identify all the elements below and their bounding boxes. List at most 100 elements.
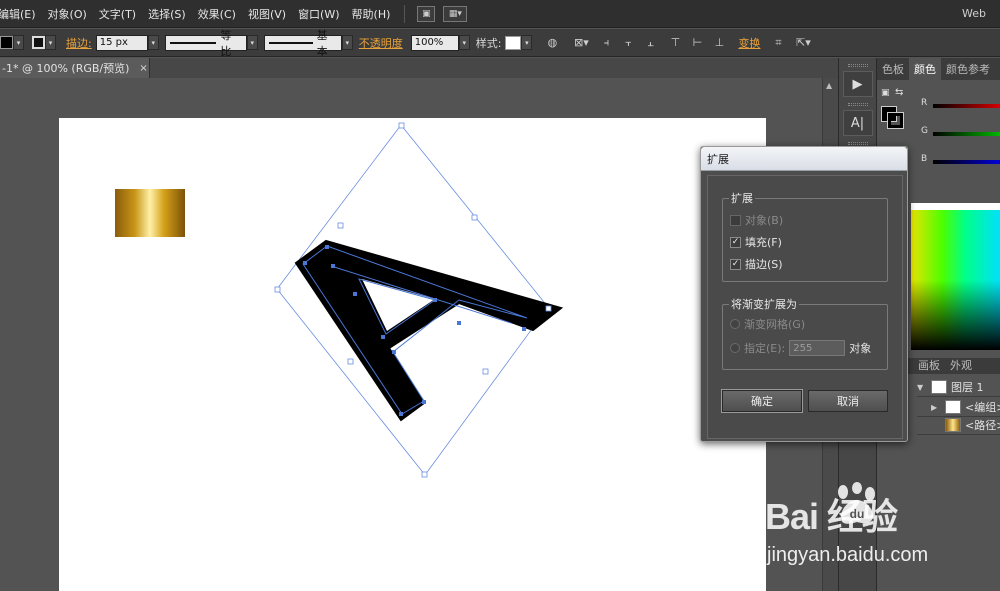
anchor-point	[353, 292, 357, 296]
artboard[interactable]	[59, 118, 766, 591]
close-icon[interactable]: ×	[139, 63, 147, 74]
fill-checkbox[interactable]: ✓	[730, 236, 741, 248]
layer-row[interactable]: <路径>	[917, 416, 1000, 435]
expand-caret-icon[interactable]: ▼	[917, 383, 931, 392]
green-slider[interactable]: G	[921, 126, 1000, 140]
option-object[interactable]: 对象(B)	[730, 212, 783, 228]
dock-grip[interactable]	[847, 103, 868, 106]
align-right-icon[interactable]: ⫠	[642, 35, 658, 51]
green-label: G	[921, 126, 928, 136]
bridge-icon[interactable]: ▣	[417, 5, 436, 22]
tab-appearance[interactable]: 外观	[945, 356, 977, 374]
dock-grip[interactable]	[847, 64, 868, 67]
align-left-icon[interactable]: ⫞	[598, 35, 614, 51]
menu-window[interactable]: 窗口(W)	[292, 6, 345, 22]
stroke-dropdown-icon[interactable]: ▾	[45, 35, 56, 50]
align-top-icon[interactable]: ⊤	[667, 35, 683, 51]
tab-swatches[interactable]: 色板	[877, 58, 909, 80]
swap-colors-icon[interactable]: ⇆	[895, 87, 903, 98]
align-center-icon[interactable]: ⫟	[620, 35, 636, 51]
fill-label: 填充(F)	[745, 236, 782, 249]
default-colors-icon[interactable]: ▣	[881, 88, 890, 98]
dialog-titlebar[interactable]: 扩展	[701, 147, 907, 171]
red-slider[interactable]: R	[921, 98, 1000, 112]
stroke-box[interactable]	[887, 112, 904, 129]
character-panel-icon[interactable]: A|	[842, 110, 873, 136]
fill-swatch[interactable]	[0, 36, 13, 49]
arrange-documents-icon[interactable]: ▦▾	[443, 5, 468, 22]
tab-color-guide[interactable]: 颜色参考	[941, 58, 995, 80]
option-specify[interactable]: 指定(E): 255 对象	[730, 340, 871, 356]
menu-type[interactable]: 文字(T)	[93, 6, 142, 22]
layer-row[interactable]: ▼ 图层 1	[917, 378, 1000, 397]
stroke-checkbox[interactable]: ✓	[730, 258, 741, 270]
letter-a-artwork[interactable]	[59, 118, 766, 591]
opacity-dropdown-icon[interactable]: ▾	[458, 35, 470, 50]
align-to-icon[interactable]: ⊠▾	[573, 35, 589, 51]
brush-definition[interactable]: 基本	[263, 29, 342, 58]
recolor-icon[interactable]: ◍	[544, 35, 560, 51]
tab-artboards[interactable]: 画板	[913, 356, 945, 374]
actions-play-icon[interactable]: ▶	[842, 71, 873, 97]
option-stroke[interactable]: ✓ 描边(S)	[730, 256, 783, 272]
profile-dropdown-icon[interactable]: ▾	[246, 35, 258, 50]
anchor-point	[422, 400, 426, 404]
menu-separator	[404, 4, 406, 23]
menu-help[interactable]: 帮助(H)	[346, 6, 397, 22]
style-dropdown-icon[interactable]: ▾	[521, 35, 533, 50]
anchor-point	[392, 350, 396, 354]
menu-edit[interactable]: 编辑(E)	[0, 6, 42, 22]
scroll-up-icon[interactable]: ▲	[826, 81, 832, 90]
red-bar[interactable]	[933, 104, 1000, 108]
green-bar[interactable]	[933, 132, 1000, 136]
variable-width-profile[interactable]: 等比	[164, 29, 247, 58]
opacity-field[interactable]: 100%	[410, 34, 459, 51]
handle	[482, 368, 489, 375]
color-spectrum[interactable]	[911, 210, 1000, 350]
stroke-swatch[interactable]	[32, 36, 45, 49]
object-checkbox[interactable]	[730, 214, 741, 226]
opacity-label[interactable]: 不透明度	[359, 35, 403, 51]
layer-row[interactable]: ▶ <编组>	[917, 398, 1000, 417]
fill-dropdown-icon[interactable]: ▾	[13, 35, 24, 50]
letter-a-shape	[294, 239, 564, 422]
fill-stroke-indicator[interactable]	[881, 106, 904, 129]
layer-name: 图层 1	[951, 381, 984, 394]
cancel-button[interactable]: 取消	[808, 390, 888, 412]
isolate-icon[interactable]: ⌗	[770, 35, 786, 51]
paw-logo-icon: du	[838, 482, 875, 524]
stroke-weight-dropdown-icon[interactable]: ▾	[147, 35, 159, 50]
anchor-point	[381, 335, 385, 339]
menu-object[interactable]: 对象(O)	[42, 6, 93, 22]
align-bottom-icon[interactable]: ⊥	[711, 35, 727, 51]
profile-line	[169, 41, 217, 44]
specify-radio[interactable]	[730, 343, 740, 353]
align-middle-icon[interactable]: ⊢	[689, 35, 705, 51]
gradient-expand-group: 将渐变扩展为	[722, 296, 888, 370]
workspace-switcher[interactable]: Web	[962, 7, 986, 20]
specify-objects-field[interactable]: 255	[789, 340, 846, 356]
blue-slider[interactable]: B	[921, 154, 1000, 168]
blue-bar[interactable]	[933, 160, 1000, 164]
option-fill[interactable]: ✓ 填充(F)	[730, 234, 782, 250]
transform-label[interactable]: 变换	[738, 35, 760, 51]
anchor-point	[433, 298, 437, 302]
stroke-label[interactable]: 描边:	[66, 35, 92, 51]
stroke-weight-field[interactable]: 15 px	[95, 34, 148, 51]
menu-select[interactable]: 选择(S)	[142, 6, 192, 22]
dock-grip[interactable]	[847, 142, 868, 145]
gradient-group-label: 将渐变扩展为	[731, 298, 797, 311]
option-gradient-mesh[interactable]: 渐变网格(G)	[730, 316, 805, 332]
menu-effect[interactable]: 效果(C)	[192, 6, 242, 22]
expand-caret-icon[interactable]: ▶	[931, 403, 945, 412]
tab-color[interactable]: 颜色	[909, 58, 941, 80]
document-tab-title: -1* @ 100% (RGB/预览)	[2, 62, 130, 75]
panel-menu-icon[interactable]: ⇱▾	[795, 35, 811, 51]
dialog-title: 扩展	[707, 152, 729, 166]
document-tab[interactable]: -1* @ 100% (RGB/预览) ×	[0, 58, 150, 78]
gradient-mesh-radio[interactable]	[730, 319, 740, 329]
brush-dropdown-icon[interactable]: ▾	[341, 35, 353, 50]
ok-button[interactable]: 确定	[721, 389, 803, 413]
graphic-style-swatch[interactable]	[505, 35, 522, 50]
menu-view[interactable]: 视图(V)	[242, 6, 292, 22]
